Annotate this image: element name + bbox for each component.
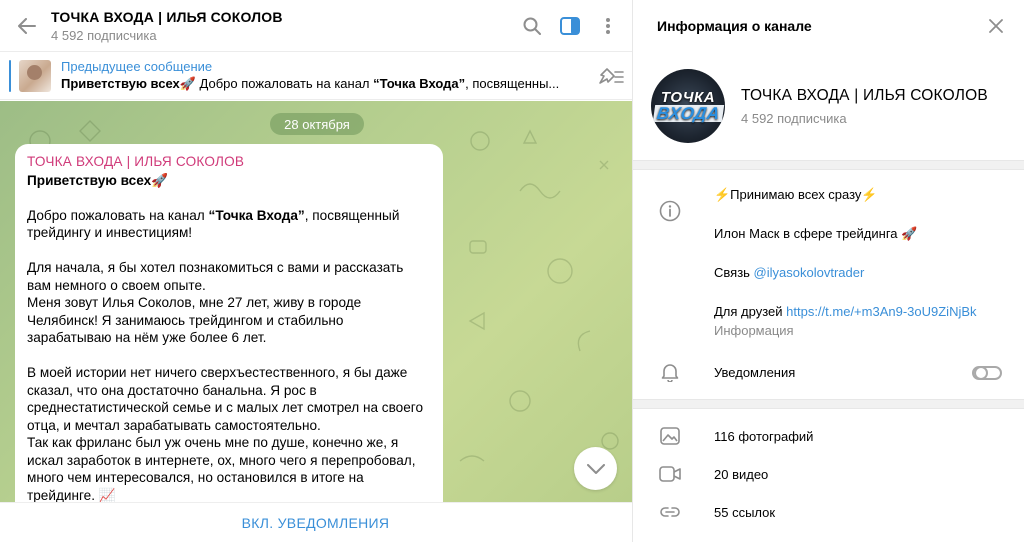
pinned-preview-channel: “Точка Входа” [373, 76, 466, 91]
pinned-preview-greeting: Приветствую всех🚀 [61, 76, 196, 91]
media-row-links[interactable]: 55 ссылок [633, 493, 1024, 531]
videos-count: 20 видео [714, 466, 769, 482]
media-row-photos[interactable]: 116 фотографий [633, 417, 1024, 455]
about-line-4: Для друзей https://t.me/+m3An9-3oU9ZiNjB… [714, 302, 977, 321]
chat-subscribers: 4 592 подписчика [51, 27, 157, 43]
media-row-videos[interactable]: 20 видео [633, 455, 1024, 493]
notifications-label: Уведомления [714, 364, 796, 380]
channel-name: ТОЧКА ВХОДА | ИЛЬЯ СОКОЛОВ [741, 86, 988, 104]
pinned-label: Предыдущее сообщение [61, 59, 213, 74]
chat-background: 28 октября ТОЧКА ВХОДА | ИЛЬЯ СОКОЛОВ Пр… [0, 101, 632, 502]
contact-username-link[interactable]: @ilyasokolovtrader [754, 265, 865, 280]
message-bubble[interactable]: ТОЧКА ВХОДА | ИЛЬЯ СОКОЛОВ Приветствую в… [15, 144, 443, 502]
media-list: 116 фотографий 20 видео 55 ссылок [633, 409, 1024, 531]
section-divider [633, 160, 1024, 170]
enable-notifications-button[interactable]: ВКЛ. УВЕДОМЛЕНИЯ [242, 515, 390, 531]
profile-text: ТОЧКА ВХОДА | ИЛЬЯ СОКОЛОВ 4 592 подписч… [741, 87, 988, 126]
link-icon [659, 501, 681, 523]
about-section: ⚡Принимаю всех сразу⚡ Илон Маск в сфере … [633, 170, 1024, 368]
about-line-2: Илон Маск в сфере трейдинга 🚀 [714, 226, 918, 241]
about-line-3: Связь @ilyasokolovtrader [714, 263, 977, 282]
about-text: ⚡Принимаю всех сразу⚡ Илон Маск в сфере … [714, 185, 977, 340]
photo-icon [659, 425, 681, 447]
message-author[interactable]: ТОЧКА ВХОДА | ИЛЬЯ СОКОЛОВ [27, 153, 431, 171]
message-paragraph-2: Для начала, я бы хотел познакомиться с в… [27, 260, 404, 293]
back-arrow-icon[interactable] [15, 14, 39, 38]
pinned-preview-end: , посвященны... [465, 76, 560, 91]
pinned-list-icon[interactable] [596, 61, 626, 91]
message-paragraph-5: Так как фриланс был уж очень мне по душе… [27, 435, 416, 502]
notifications-toggle[interactable] [972, 366, 1002, 380]
chat-header: ТОЧКА ВХОДА | ИЛЬЯ СОКОЛОВ 4 592 подписч… [0, 0, 632, 52]
pinned-thumbnail [19, 59, 51, 92]
about-caption: Информация [714, 323, 794, 338]
section-divider [633, 399, 1024, 409]
chat-pane: ТОЧКА ВХОДА | ИЛЬЯ СОКОЛОВ 4 592 подписч… [0, 0, 633, 542]
channel-subscribers: 4 592 подписчика [741, 110, 847, 126]
search-icon[interactable] [520, 14, 544, 38]
video-icon [659, 463, 681, 485]
scroll-down-button[interactable] [574, 447, 617, 490]
message-greeting: Приветствую всех🚀 [27, 172, 169, 188]
info-title: Информация о канале [657, 18, 812, 34]
info-header: Информация о канале [633, 0, 1024, 52]
sidebar-toggle-icon[interactable] [558, 14, 582, 38]
app-window: ТОЧКА ВХОДА | ИЛЬЯ СОКОЛОВ 4 592 подписч… [0, 0, 1024, 542]
info-icon [659, 200, 681, 222]
avatar-line-1: ТОЧКА [660, 89, 716, 106]
bottom-bar: ВКЛ. УВЕДОМЛЕНИЯ [0, 502, 632, 542]
links-count: 55 ссылок [714, 504, 776, 520]
pinned-text: Предыдущее сообщение Приветствую всех🚀 Д… [61, 59, 596, 92]
close-icon[interactable] [984, 14, 1008, 38]
message-paragraph-1: Добро пожаловать на канал “Точка Входа”,… [27, 207, 431, 242]
notifications-row[interactable]: Уведомления [633, 355, 1024, 389]
message-paragraph-3: Меня зовут Илья Соколов, мне 27 лет, жив… [27, 295, 362, 345]
more-vertical-icon[interactable] [596, 14, 620, 38]
about-line-1: ⚡Принимаю всех сразу⚡ [714, 187, 878, 202]
photos-count: 116 фотографий [714, 428, 814, 444]
avatar-line-2: ВХОДА [652, 104, 724, 123]
about-friends-prefix: Для друзей [714, 304, 787, 319]
bell-icon [659, 361, 681, 383]
chat-title-block[interactable]: ТОЧКА ВХОДА | ИЛЬЯ СОКОЛОВ 4 592 подписч… [51, 9, 520, 43]
about-contact-prefix: Связь [714, 265, 754, 280]
pinned-preview-text: Добро пожаловать на канал [195, 76, 374, 91]
channel-info-panel: Информация о канале ТОЧКА ВХОДА ТОЧКА ВХ… [633, 0, 1024, 542]
pinned-preview: Приветствую всех🚀 Добро пожаловать на ка… [61, 76, 586, 92]
pinned-indicator [9, 59, 11, 92]
chevron-down-icon [586, 463, 605, 474]
chat-title: ТОЧКА ВХОДА | ИЛЬЯ СОКОЛОВ [51, 8, 283, 25]
message-paragraph-4: В моей истории нет ничего сверхъестестве… [27, 365, 424, 433]
pinned-message-bar[interactable]: Предыдущее сообщение Приветствую всех🚀 Д… [0, 52, 632, 100]
channel-avatar[interactable]: ТОЧКА ВХОДА [651, 69, 725, 143]
date-separator: 28 октября [270, 113, 364, 135]
message-p1-channel: “Точка Входа” [208, 207, 305, 223]
invite-link[interactable]: https://t.me/+m3An9-3oU9ZiNjBk [786, 304, 976, 319]
message-p1-a: Добро пожаловать на канал [27, 207, 209, 223]
channel-profile: ТОЧКА ВХОДА ТОЧКА ВХОДА | ИЛЬЯ СОКОЛОВ 4… [633, 52, 1024, 160]
